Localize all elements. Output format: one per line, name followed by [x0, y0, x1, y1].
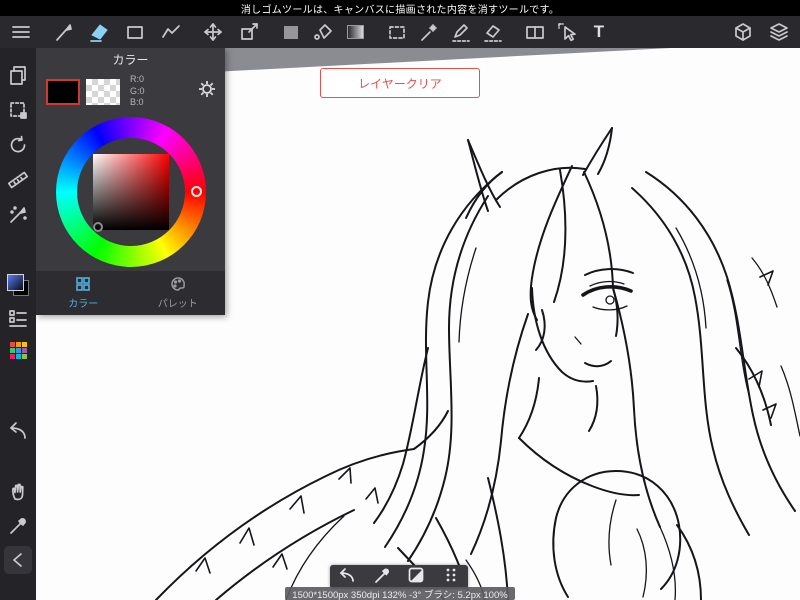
notification-bar: 消しゴムツールは、キャンバスに描画された内容を消すツールです。 — [0, 0, 800, 16]
tab-palette-label: パレット — [157, 299, 198, 310]
transform-select-icon[interactable] — [4, 96, 32, 124]
hue-selector-dot[interactable] — [190, 186, 202, 198]
brush-icon[interactable] — [50, 19, 76, 45]
rgb-g: G:0 — [130, 85, 145, 96]
gradient-icon[interactable] — [342, 19, 368, 45]
select-cursor-icon[interactable] — [554, 19, 580, 45]
color-panel-tabs: カラー パレット — [36, 271, 225, 315]
undo-icon[interactable] — [4, 416, 32, 444]
split-view-icon[interactable] — [522, 19, 548, 45]
layer-clear-button[interactable]: レイヤークリア — [320, 68, 480, 98]
tab-palette[interactable]: パレット — [131, 271, 226, 315]
export-icon[interactable] — [236, 19, 262, 45]
saturation-value-square[interactable] — [92, 154, 169, 231]
color-panel: カラー R:0 G:0 B:0 カラー パレット — [36, 48, 225, 315]
select-rect-icon[interactable] — [384, 19, 410, 45]
main-toolbar: T — [0, 16, 800, 48]
rgb-values: R:0 G:0 B:0 — [126, 74, 191, 109]
sv-selector-dot[interactable] — [92, 222, 103, 233]
status-bar: 1500*1500px 350dpi 132% -3° ブラシ: 5.2px 1… — [285, 587, 515, 600]
left-sidebar — [0, 48, 36, 600]
polyline-icon[interactable] — [158, 19, 184, 45]
text-icon[interactable]: T — [586, 19, 612, 45]
rotate-canvas-icon[interactable] — [4, 131, 32, 159]
canvas-area[interactable]: レイヤークリア 1500*1500px 350dpi 132% -3° ブラシ:… — [36, 48, 800, 600]
magic-wand-icon[interactable] — [416, 19, 442, 45]
tab-color-label: カラー — [68, 299, 99, 310]
select-eraser-icon[interactable] — [480, 19, 506, 45]
tab-color[interactable]: カラー — [36, 271, 131, 315]
status-text: 1500*1500px 350dpi 132% -3° ブラシ: 5.2px 1… — [292, 589, 508, 600]
ruler-icon[interactable] — [4, 166, 32, 194]
current-color-swatch[interactable] — [46, 78, 80, 105]
notification-text: 消しゴムツールは、キャンバスに描画された内容を消すツールです。 — [240, 4, 560, 16]
layers-icon[interactable] — [766, 19, 792, 45]
palette-grid-icon[interactable] — [4, 336, 32, 364]
rgb-r: R:0 — [130, 74, 145, 84]
eraser-icon[interactable] — [86, 19, 112, 45]
select-pen-icon[interactable] — [448, 19, 474, 45]
color-panel-title: カラー — [112, 53, 149, 67]
pages-icon[interactable] — [4, 61, 32, 89]
back-icon[interactable] — [4, 546, 32, 574]
rgb-b: B:0 — [130, 97, 144, 108]
floating-toolbar — [330, 565, 468, 589]
move-icon[interactable] — [200, 19, 226, 45]
fg-color-swatch[interactable] — [4, 271, 32, 299]
shape-rect-icon[interactable] — [122, 19, 148, 45]
deco-brush-icon[interactable] — [4, 201, 32, 229]
hand-icon[interactable] — [4, 476, 32, 504]
bucket-icon[interactable] — [310, 19, 336, 45]
eyedropper-icon[interactable] — [4, 511, 32, 539]
color-wheel[interactable] — [55, 117, 206, 268]
fill-color-icon[interactable] — [278, 19, 304, 45]
menu-icon[interactable] — [8, 19, 34, 45]
gear-icon[interactable] — [197, 79, 217, 104]
material-cube-icon[interactable] — [730, 19, 756, 45]
transparent-color-swatch[interactable] — [86, 78, 120, 105]
layer-list-icon[interactable] — [4, 304, 32, 332]
